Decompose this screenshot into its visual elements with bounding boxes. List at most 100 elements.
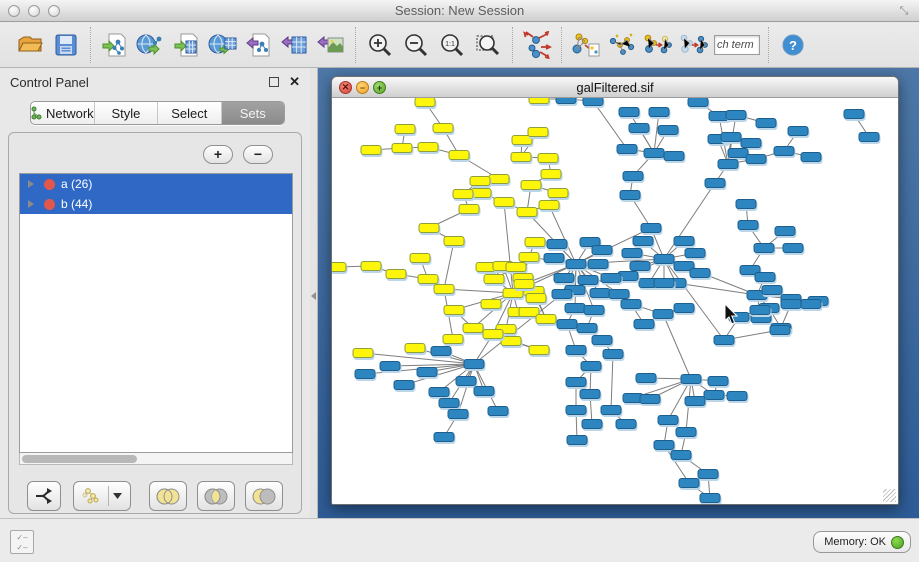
close-panel-icon[interactable]: ✕: [289, 74, 300, 90]
save-session-icon: [54, 33, 78, 57]
maximize-view-button[interactable]: +: [373, 81, 386, 94]
toolbar: 1:1: [0, 23, 919, 68]
export-table-button[interactable]: [279, 29, 311, 61]
zoom-actual-button[interactable]: 1:1: [436, 29, 468, 61]
minimize-view-button[interactable]: −: [356, 81, 369, 94]
svg-text:?: ?: [789, 38, 797, 53]
scrollbar-thumb[interactable]: [22, 455, 137, 463]
zoom-in-button[interactable]: [364, 29, 396, 61]
tab-sets[interactable]: Sets: [222, 102, 284, 124]
search-input[interactable]: ch term: [714, 35, 760, 55]
zoom-in-icon: [367, 32, 393, 58]
help-icon: ?: [781, 33, 805, 57]
apply-layout-icon: [522, 31, 552, 59]
control-panel: Control Panel ✕ Network Style Select Set…: [0, 68, 310, 518]
control-panel-title: Control Panel: [10, 75, 269, 90]
export-table-icon: [281, 32, 309, 58]
status-bar: ✓–✓– Memory: OK: [0, 518, 919, 562]
difference-icon: [251, 488, 277, 505]
tab-select[interactable]: Select: [158, 102, 221, 124]
sets-horizontal-scrollbar[interactable]: [19, 453, 293, 465]
control-panel-tabs: Network Style Select Sets: [30, 101, 285, 125]
svg-text:1:1: 1:1: [445, 41, 455, 48]
zoom-selected-button[interactable]: [472, 29, 504, 61]
network-canvas[interactable]: [332, 98, 898, 504]
import-network-file-icon: [101, 32, 129, 58]
remove-set-button[interactable]: −: [243, 145, 273, 164]
window-titlebar: Session: New Session ⤡: [0, 0, 919, 22]
zoom-out-icon: [403, 32, 429, 58]
import-network-web-icon: [136, 32, 166, 58]
deselect-button[interactable]: [678, 29, 710, 61]
collapse-panel-icon[interactable]: [311, 292, 316, 300]
tab-network-label: Network: [46, 106, 94, 121]
import-network-web-button[interactable]: [135, 29, 167, 61]
expand-triangle-icon[interactable]: [28, 200, 34, 208]
sets-list: a (26) b (44): [19, 173, 293, 453]
hide-selected-button[interactable]: [606, 29, 638, 61]
expand-triangle-icon[interactable]: [28, 180, 34, 188]
zoom-actual-icon: 1:1: [439, 32, 465, 58]
close-view-button[interactable]: ✕: [339, 81, 352, 94]
select-from-file-button[interactable]: [642, 29, 674, 61]
apply-layout-button[interactable]: [521, 29, 553, 61]
set-color-dot: [44, 199, 55, 210]
union-icon: [155, 488, 181, 505]
help-button[interactable]: ?: [777, 29, 809, 61]
deselect-icon: [679, 31, 709, 59]
traffic-lights: [8, 5, 60, 17]
set-label: a (26): [61, 177, 92, 191]
network-desktop: ✕ − + galFiltered.sif: [318, 68, 919, 518]
float-panel-icon[interactable]: [269, 77, 279, 87]
tab-style-label: Style: [111, 106, 140, 121]
open-session-button[interactable]: [14, 29, 46, 61]
memory-ok-icon: [891, 536, 904, 549]
first-neighbors-button[interactable]: [570, 29, 602, 61]
export-network-icon: [245, 32, 273, 58]
zoom-out-button[interactable]: [400, 29, 432, 61]
tab-sets-label: Sets: [240, 106, 266, 121]
save-session-button[interactable]: [50, 29, 82, 61]
network-tab-icon: [31, 106, 42, 120]
export-network-button[interactable]: [243, 29, 275, 61]
difference-button[interactable]: [245, 481, 283, 511]
tab-network[interactable]: Network: [31, 102, 95, 124]
split-set-button[interactable]: [27, 481, 61, 511]
network-graph[interactable]: [332, 98, 898, 504]
export-image-button[interactable]: [315, 29, 347, 61]
yellow-network-icon: [82, 487, 104, 505]
zoom-selected-icon: [475, 32, 501, 58]
import-table-web-icon: [208, 32, 238, 58]
window-title: Session: New Session: [0, 3, 919, 18]
hide-selected-icon: [607, 31, 637, 59]
import-table-file-button[interactable]: [171, 29, 203, 61]
sets-panel: + − a (26) b (44): [8, 132, 302, 514]
import-table-web-button[interactable]: [207, 29, 239, 61]
network-view-title: galFiltered.sif: [332, 80, 898, 95]
import-network-file-button[interactable]: [99, 29, 131, 61]
set-row-b[interactable]: b (44): [20, 194, 292, 214]
select-from-file-icon: [643, 31, 673, 59]
memory-label: Memory: OK: [824, 536, 886, 548]
open-session-icon: [17, 32, 43, 58]
set-label: b (44): [61, 197, 92, 211]
set-color-dot: [44, 179, 55, 190]
network-view-window[interactable]: ✕ − + galFiltered.sif: [331, 76, 899, 505]
panel-splitter[interactable]: [310, 68, 318, 518]
set-row-a[interactable]: a (26): [20, 174, 292, 194]
memory-status-button[interactable]: Memory: OK: [813, 531, 911, 553]
tab-style[interactable]: Style: [95, 102, 158, 124]
union-button[interactable]: [149, 481, 187, 511]
close-window-button[interactable]: [8, 5, 20, 17]
resize-grip[interactable]: [883, 489, 896, 502]
dropdown-arrow-icon: [113, 493, 122, 499]
network-window-titlebar[interactable]: ✕ − + galFiltered.sif: [332, 77, 898, 98]
create-set-dropdown-button[interactable]: [73, 481, 131, 511]
minimize-window-button[interactable]: [28, 5, 40, 17]
intersection-icon: [203, 488, 229, 505]
task-history-button[interactable]: ✓–✓–: [10, 530, 34, 554]
add-set-button[interactable]: +: [203, 145, 233, 164]
zoom-window-button[interactable]: [48, 5, 60, 17]
intersection-button[interactable]: [197, 481, 235, 511]
fullscreen-icon[interactable]: ⤡: [897, 4, 911, 18]
